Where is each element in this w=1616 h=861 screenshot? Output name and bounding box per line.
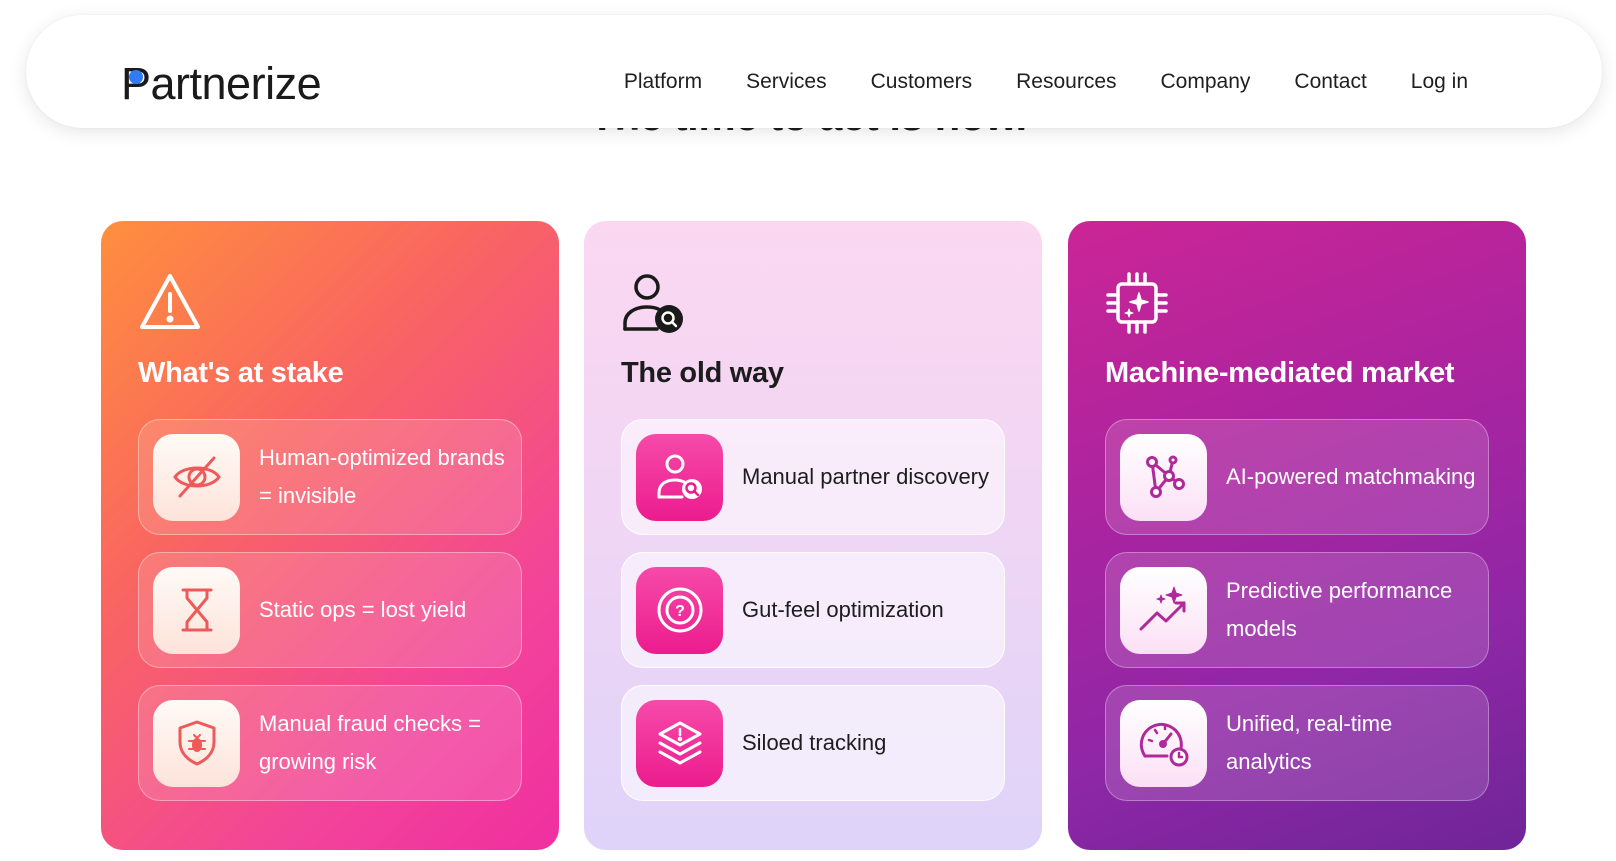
item-text: Manual partner discovery — [742, 464, 990, 489]
warning-triangle-icon — [140, 274, 200, 329]
card-machine-mediated-market: Machine-mediated market AI-powered match… — [1068, 221, 1526, 850]
nav-link-services[interactable]: Services — [746, 70, 827, 94]
top-navigation-bar: Partnerize Platform Services Customers R… — [26, 15, 1602, 128]
list-item: Manual partner discovery — [621, 419, 1005, 535]
nav-links: Platform Services Customers Resources Co… — [580, 70, 1468, 94]
user-search-icon — [636, 433, 723, 521]
svg-text:?: ? — [675, 603, 685, 620]
eye-slash-icon — [153, 433, 240, 521]
shield-bug-icon — [153, 699, 240, 787]
hourglass-icon — [153, 566, 240, 654]
list-item: Siloed tracking — [621, 685, 1005, 801]
target-question-icon: ? — [636, 566, 723, 654]
nav-link-contact[interactable]: Contact — [1294, 70, 1366, 94]
card-the-old-way: The old way Manual partner discovery ? G… — [584, 221, 1042, 850]
nav-link-platform[interactable]: Platform — [624, 70, 702, 94]
trend-sparkle-icon — [1120, 566, 1207, 654]
list-item: Human-optimized brands = invisible — [138, 419, 522, 535]
card-whats-at-stake: What's at stake Human-optimized brands =… — [101, 221, 559, 850]
card-title: Machine-mediated market — [1105, 357, 1455, 389]
item-text: Predictive performance models — [1226, 578, 1453, 641]
list-item: Static ops = lost yield — [138, 552, 522, 668]
list-item: Manual fraud checks = growing risk — [138, 685, 522, 801]
item-text: Human-optimized brands = invisible — [259, 445, 505, 508]
list-item: ? Gut-feel optimization — [621, 552, 1005, 668]
ai-chip-icon — [1106, 272, 1168, 334]
item-text: AI-powered matchmaking — [1226, 464, 1476, 489]
nav-link-company[interactable]: Company — [1161, 70, 1251, 94]
item-text: Gut-feel optimization — [742, 597, 944, 622]
item-text: Manual fraud checks = growing risk — [259, 711, 481, 774]
item-text: Static ops = lost yield — [259, 597, 467, 622]
list-item: AI-powered matchmaking — [1105, 419, 1489, 535]
nav-link-resources[interactable]: Resources — [1016, 70, 1116, 94]
speedometer-clock-icon — [1120, 699, 1207, 787]
logo-wordmark: Partnerize — [121, 58, 322, 109]
network-nodes-icon — [1120, 433, 1207, 521]
list-item: Predictive performance models — [1105, 552, 1489, 668]
partnerize-logo[interactable]: Partnerize — [121, 58, 322, 109]
layers-alert-icon — [636, 699, 723, 787]
list-item: Unified, real-time analytics — [1105, 685, 1489, 801]
logo-dot-icon — [129, 70, 143, 84]
user-search-icon — [623, 274, 683, 333]
item-text: Unified, real-time analytics — [1226, 711, 1393, 774]
login-link[interactable]: Log in — [1411, 70, 1468, 94]
item-text: Siloed tracking — [742, 730, 887, 755]
card-title: The old way — [621, 357, 784, 389]
nav-link-customers[interactable]: Customers — [871, 70, 973, 94]
card-title: What's at stake — [138, 357, 344, 389]
